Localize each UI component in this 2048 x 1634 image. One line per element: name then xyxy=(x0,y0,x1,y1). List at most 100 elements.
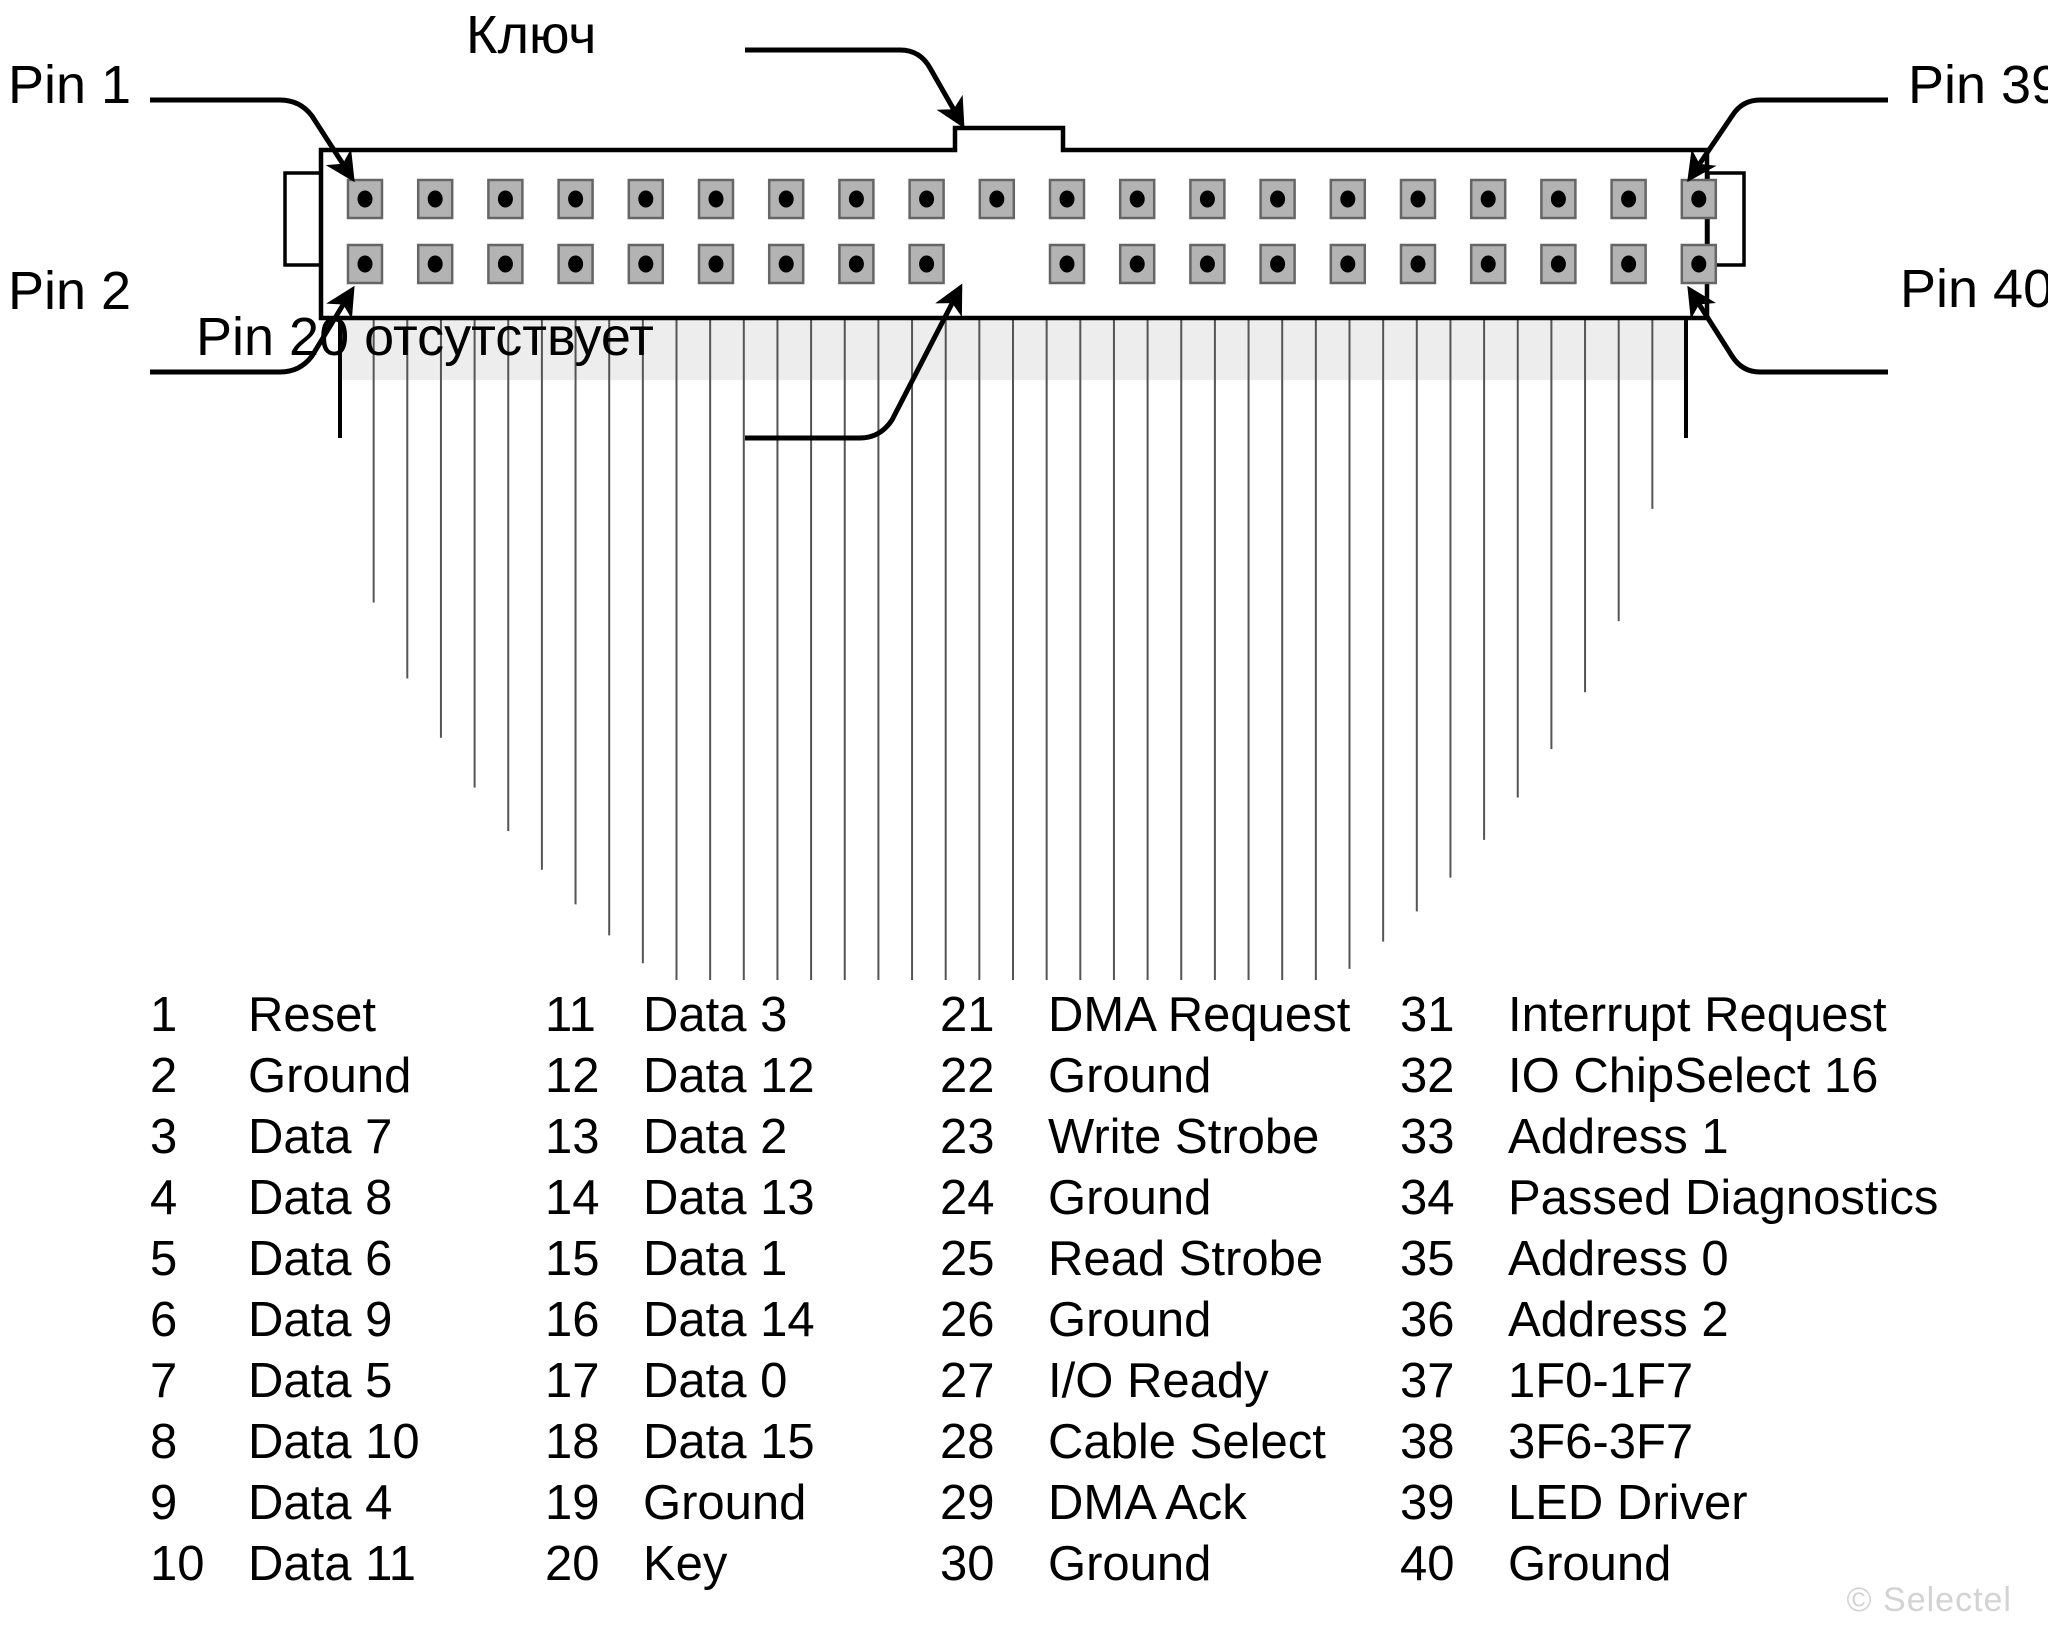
pin-number: 14 xyxy=(545,1171,600,1225)
pin-signal-name: Address 2 xyxy=(1508,1293,1729,1347)
pin-hole xyxy=(778,255,794,273)
pin-hole xyxy=(848,190,864,208)
pin-number: 30 xyxy=(940,1537,995,1591)
pinout-row: 28 Cable Select xyxy=(940,1412,1400,1473)
pin-signal-name: Address 0 xyxy=(1508,1232,1729,1286)
pinout-row: 36 Address 2 xyxy=(1400,1290,1960,1351)
pinout-row: 5 Data 6 xyxy=(150,1229,545,1290)
pinout-row: 9 Data 4 xyxy=(150,1473,545,1534)
pin-signal-name: Data 4 xyxy=(248,1476,393,1530)
pin-number: 10 xyxy=(150,1537,205,1591)
pin-number: 8 xyxy=(150,1415,178,1469)
pin-hole xyxy=(357,190,373,208)
pin-hole xyxy=(568,190,584,208)
pin-hole xyxy=(1340,255,1356,273)
pin-number: 6 xyxy=(150,1293,178,1347)
pinout-row: 27 I/O Ready xyxy=(940,1351,1400,1412)
pin-number: 20 xyxy=(545,1537,600,1591)
pinout-row: 25 Read Strobe xyxy=(940,1229,1400,1290)
pin-number: 12 xyxy=(545,1049,600,1103)
pin-number: 3 xyxy=(150,1110,178,1164)
pin-hole xyxy=(708,190,724,208)
pin-number: 28 xyxy=(940,1415,995,1469)
pinout-column-2: 11 Data 3 12 Data 12 13 Data 2 14 Data 13 15 Data… xyxy=(545,985,940,1595)
pin-signal-name: Data 5 xyxy=(248,1354,393,1408)
pinout-row: 24 Ground xyxy=(940,1168,1400,1229)
pin-signal-name: 3F6-3F7 xyxy=(1508,1415,1694,1469)
pin-signal-name: Data 11 xyxy=(248,1537,416,1591)
ide-connector-diagram: Pin 1 Pin 2 Ключ Pin 20 отсутствует Pin … xyxy=(0,0,2048,1634)
pin-signal-name: Read Strobe xyxy=(1048,1232,1324,1286)
pin-number: 40 xyxy=(1400,1537,1455,1591)
pin-signal-name: LED Driver xyxy=(1508,1476,1748,1530)
pinout-row: 17 Data 0 xyxy=(545,1351,940,1412)
pinout-row: 37 1F0-1F7 xyxy=(1400,1351,1960,1412)
pinout-row: 19 Ground xyxy=(545,1473,940,1534)
pin-hole xyxy=(1621,190,1637,208)
pin-signal-name: Ground xyxy=(248,1049,412,1103)
pin-hole xyxy=(1410,190,1426,208)
pin-signal-name: Data 0 xyxy=(643,1354,788,1408)
pin-hole xyxy=(357,255,373,273)
pin-hole xyxy=(1059,255,1075,273)
pin-number: 38 xyxy=(1400,1415,1455,1469)
watermark-selectel: © Selectel xyxy=(1846,1581,2012,1619)
pin-hole xyxy=(1410,255,1426,273)
pin-hole xyxy=(1199,190,1215,208)
pin-signal-name: Data 2 xyxy=(643,1110,788,1164)
pinout-row: 32 IO ChipSelect 16 xyxy=(1400,1046,1960,1107)
pinout-row: 4 Data 8 xyxy=(150,1168,545,1229)
pinout-row: 35 Address 0 xyxy=(1400,1229,1960,1290)
pin-hole xyxy=(989,190,1005,208)
pinout-row: 33 Address 1 xyxy=(1400,1107,1960,1168)
callout-pin-2: Pin 2 xyxy=(8,261,132,321)
pin-signal-name: Cable Select xyxy=(1048,1415,1326,1469)
pin-hole xyxy=(1270,190,1286,208)
pinout-row: 15 Data 1 xyxy=(545,1229,940,1290)
connector-body xyxy=(283,125,1746,321)
pin-signal-name: Data 13 xyxy=(643,1171,815,1225)
pin-signal-name: Data 12 xyxy=(643,1049,815,1103)
pinout-row: 3 Data 7 xyxy=(150,1107,545,1168)
pin-number: 1 xyxy=(150,988,178,1042)
pinout-table: 1 Reset 2 Ground 3 Data 7 4 Data 8 5 Data 6 6 Data … xyxy=(150,985,2020,1595)
pin-hole xyxy=(1340,190,1356,208)
pin-number: 24 xyxy=(940,1171,995,1225)
pin-number: 34 xyxy=(1400,1171,1455,1225)
pin-number: 13 xyxy=(545,1110,600,1164)
pin-signal-name: Data 10 xyxy=(248,1415,420,1469)
pin-hole xyxy=(1480,255,1496,273)
pin-signal-name: Data 3 xyxy=(643,988,788,1042)
pin-signal-name: Data 14 xyxy=(643,1293,815,1347)
pin-number: 11 xyxy=(545,988,596,1042)
pin-hole xyxy=(1199,255,1215,273)
pin-signal-name: Ground xyxy=(1048,1049,1212,1103)
pinout-row: 6 Data 9 xyxy=(150,1290,545,1351)
callout-pin-1: Pin 1 xyxy=(8,55,132,115)
callout-pin-20-missing: Pin 20 отсутствует xyxy=(196,307,654,367)
pin-number: 32 xyxy=(1400,1049,1455,1103)
pin-number: 35 xyxy=(1400,1232,1455,1286)
pin-signal-name: Reset xyxy=(248,988,377,1042)
pin-hole xyxy=(919,190,935,208)
pin-signal-name: IO ChipSelect 16 xyxy=(1508,1049,1879,1103)
pinout-column-1: 1 Reset 2 Ground 3 Data 7 4 Data 8 5 Data 6 6 Data … xyxy=(150,985,545,1595)
pin-number: 18 xyxy=(545,1415,600,1469)
pinout-row: 38 3F6-3F7 xyxy=(1400,1412,1960,1473)
pinout-row: 34 Passed Diagnostics xyxy=(1400,1168,1960,1229)
pin-hole xyxy=(919,255,935,273)
pin-hole xyxy=(638,255,654,273)
pinout-row: 23 Write Strobe xyxy=(940,1107,1400,1168)
pin-number: 4 xyxy=(150,1171,178,1225)
pinout-row: 1 Reset xyxy=(150,985,545,1046)
pin-number: 16 xyxy=(545,1293,600,1347)
pin-signal-name: Write Strobe xyxy=(1048,1110,1320,1164)
pin-hole xyxy=(427,190,443,208)
pin-number: 23 xyxy=(940,1110,995,1164)
pin-signal-name: DMA Ack xyxy=(1048,1476,1247,1530)
pin-number: 25 xyxy=(940,1232,995,1286)
pin-number: 26 xyxy=(940,1293,995,1347)
pinout-row: 13 Data 2 xyxy=(545,1107,940,1168)
pin-number: 7 xyxy=(150,1354,178,1408)
pinout-row: 31 Interrupt Request xyxy=(1400,985,1960,1046)
